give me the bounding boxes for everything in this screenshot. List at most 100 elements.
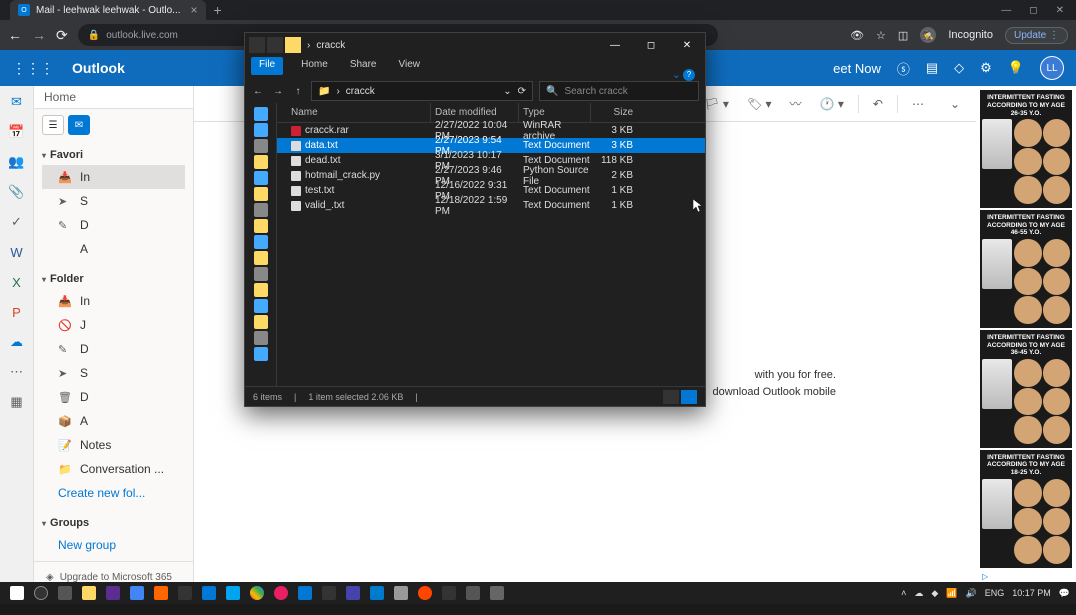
app-launcher-icon[interactable]: ⋮⋮⋮ bbox=[12, 60, 54, 77]
rail-files-icon[interactable]: 📎 bbox=[7, 182, 27, 202]
tray-time[interactable]: 10:17 PM bbox=[1012, 588, 1051, 598]
rail-calendar-icon[interactable]: 📅 bbox=[7, 122, 27, 142]
eye-blocked-icon[interactable]: 👁 bbox=[850, 29, 864, 42]
task-explorer-icon[interactable] bbox=[78, 584, 100, 602]
ribbon-view-tab[interactable]: View bbox=[395, 57, 425, 75]
task-app-icon[interactable] bbox=[294, 584, 316, 602]
new-tab-button[interactable]: + bbox=[214, 2, 222, 18]
file-row[interactable]: valid_.txt12/18/2022 1:59 PMText Documen… bbox=[277, 198, 705, 213]
nav-up-icon[interactable]: ↑ bbox=[291, 86, 305, 97]
task-search-icon[interactable] bbox=[30, 584, 52, 602]
create-folder-link[interactable]: Create new fol... bbox=[42, 481, 185, 505]
rail-mail-icon[interactable]: ✉ bbox=[7, 92, 27, 112]
new-mail-button[interactable]: ✉ bbox=[68, 115, 90, 135]
task-app-icon[interactable] bbox=[318, 584, 340, 602]
tray-volume-icon[interactable]: 🔊 bbox=[966, 588, 977, 599]
tray-lang[interactable]: ENG bbox=[985, 588, 1005, 598]
tray-app-icon[interactable]: ◆ bbox=[931, 588, 938, 599]
undo-button[interactable]: ↶ bbox=[869, 95, 887, 113]
col-name[interactable]: Name bbox=[277, 103, 431, 122]
sidebar-item-sent2[interactable]: ➤S bbox=[42, 361, 185, 385]
search-box[interactable]: 🔍 Search cracck bbox=[539, 81, 699, 101]
ribbon-share-tab[interactable]: Share bbox=[346, 57, 381, 75]
window-close-icon[interactable]: ✕ bbox=[1056, 5, 1064, 16]
clock-dropdown[interactable]: 🕐 ▾ bbox=[816, 95, 848, 113]
hamburger-toggle[interactable]: ☰ bbox=[42, 115, 64, 135]
reload-button[interactable]: ⟳ bbox=[56, 27, 68, 44]
task-app-icon[interactable] bbox=[150, 584, 172, 602]
groups-header[interactable]: ▾ Groups bbox=[42, 513, 185, 533]
explorer-tree[interactable] bbox=[245, 103, 277, 386]
sidebar-item-add-favorite[interactable]: A bbox=[42, 237, 185, 261]
tray-onedrive-icon[interactable]: ☁ bbox=[914, 588, 923, 599]
explorer-maximize-icon[interactable]: ◻ bbox=[633, 33, 669, 57]
explorer-help[interactable]: ⌄? bbox=[672, 68, 695, 81]
home-tab[interactable]: Home bbox=[34, 86, 193, 109]
task-app-icon[interactable] bbox=[126, 584, 148, 602]
path-dropdown-icon[interactable]: ⌄ bbox=[503, 86, 511, 97]
task-chrome-icon[interactable] bbox=[246, 584, 268, 602]
bookmark-star-icon[interactable]: ☆ bbox=[876, 29, 886, 42]
ad-unit-4[interactable]: INTERMITTENT FASTINGACCORDING TO MY AGE1… bbox=[980, 450, 1072, 568]
window-minimize-icon[interactable]: — bbox=[1001, 5, 1011, 16]
task-app-icon[interactable] bbox=[102, 584, 124, 602]
tab-close-icon[interactable]: × bbox=[191, 3, 198, 17]
explorer-minimize-icon[interactable]: — bbox=[597, 33, 633, 57]
view-thumbnails-button[interactable] bbox=[663, 390, 679, 404]
sidebar-item-inbox2[interactable]: 📥In bbox=[42, 289, 185, 313]
sidebar-item-sent[interactable]: ➤S bbox=[42, 189, 185, 213]
tips-icon[interactable]: 💡 bbox=[1008, 60, 1024, 76]
system-tray[interactable]: ˄ ☁ ◆ 📶 🔊 ENG 10:17 PM 💬 bbox=[901, 588, 1070, 599]
task-app-icon[interactable] bbox=[438, 584, 460, 602]
task-app-icon[interactable] bbox=[414, 584, 436, 602]
extensions-icon[interactable]: ◫ bbox=[898, 29, 908, 42]
window-maximize-icon[interactable]: ◻ bbox=[1029, 5, 1037, 16]
tray-notifications-icon[interactable]: 💬 bbox=[1059, 588, 1070, 599]
nav-back-icon[interactable]: ← bbox=[251, 86, 265, 97]
refresh-icon[interactable]: ⟳ bbox=[518, 86, 526, 97]
rail-ppt-icon[interactable]: P bbox=[7, 302, 27, 322]
ad-choices-icon[interactable]: ▷ bbox=[980, 570, 1072, 583]
tray-chevron-icon[interactable]: ˄ bbox=[901, 588, 906, 598]
new-group-link[interactable]: New group bbox=[42, 533, 185, 557]
col-size[interactable]: Size bbox=[591, 103, 641, 122]
rail-onedrive-icon[interactable]: ☁ bbox=[7, 332, 27, 352]
breadcrumb-folder[interactable]: cracck bbox=[316, 40, 345, 51]
nav-forward-icon[interactable]: → bbox=[271, 86, 285, 97]
task-app-icon[interactable] bbox=[174, 584, 196, 602]
sidebar-item-drafts[interactable]: ✎D bbox=[42, 213, 185, 237]
task-app-icon[interactable] bbox=[462, 584, 484, 602]
task-app-icon[interactable] bbox=[342, 584, 364, 602]
explorer-titlebar[interactable]: › cracck — ◻ ✕ bbox=[245, 33, 705, 57]
ribbon-file-tab[interactable]: File bbox=[251, 57, 283, 75]
notifications-icon[interactable]: ◇ bbox=[954, 60, 964, 76]
forward-button[interactable]: → bbox=[32, 27, 46, 43]
tag-dropdown[interactable]: 🏷 ▾ bbox=[743, 95, 776, 113]
ad-unit-2[interactable]: INTERMITTENT FASTINGACCORDING TO MY AGE4… bbox=[980, 210, 1072, 328]
highlight-button[interactable]: 〰 bbox=[786, 93, 806, 114]
task-app-icon[interactable] bbox=[222, 584, 244, 602]
rail-more-icon[interactable]: ⋯ bbox=[7, 362, 27, 382]
explorer-close-icon[interactable]: ✕ bbox=[669, 33, 705, 57]
rail-todo-icon[interactable]: ✓ bbox=[7, 212, 27, 232]
task-app-icon[interactable] bbox=[198, 584, 220, 602]
favorites-header[interactable]: ▾ Favori bbox=[42, 145, 185, 165]
settings-gear-icon[interactable]: ⚙ bbox=[980, 60, 992, 76]
immersive-icon[interactable]: ▤ bbox=[926, 60, 938, 76]
rail-word-icon[interactable]: W bbox=[7, 242, 27, 262]
address-box[interactable]: 📁 › cracck ⌄ ⟳ bbox=[311, 81, 533, 101]
rail-apps-icon[interactable]: ▦ bbox=[7, 392, 27, 412]
rail-people-icon[interactable]: 👥 bbox=[7, 152, 27, 172]
meet-now-label[interactable]: eet Now bbox=[833, 61, 881, 76]
sidebar-item-archive[interactable]: 📦A bbox=[42, 409, 185, 433]
browser-tab[interactable]: O Mail - leehwak leehwak - Outlo... × bbox=[10, 0, 206, 20]
start-button[interactable] bbox=[6, 584, 28, 602]
folder-tab-icon[interactable] bbox=[285, 37, 301, 53]
task-view-icon[interactable] bbox=[54, 584, 76, 602]
update-button[interactable]: Update ⋮ bbox=[1005, 27, 1068, 44]
sidebar-item-drafts2[interactable]: ✎D bbox=[42, 337, 185, 361]
task-app-icon[interactable] bbox=[270, 584, 292, 602]
view-details-button[interactable] bbox=[681, 390, 697, 404]
task-app-icon[interactable] bbox=[366, 584, 388, 602]
sidebar-item-notes[interactable]: 📝Notes bbox=[42, 433, 185, 457]
